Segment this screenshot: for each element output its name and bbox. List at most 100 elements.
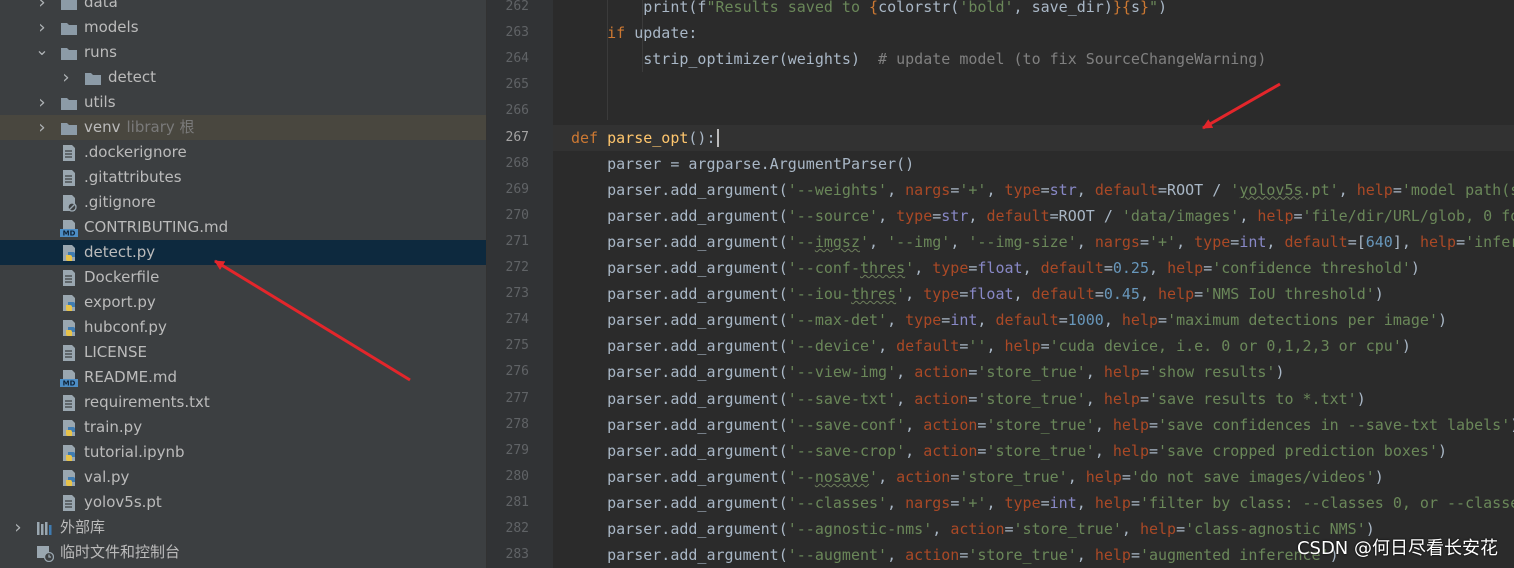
code-line[interactable]: parser.add_argument('--nosave', action='… — [571, 464, 1384, 490]
tree-item-venv[interactable]: › venv library 根 — [0, 115, 486, 140]
tree-item-annotation: library 根 — [126, 118, 195, 136]
code-token: type — [896, 206, 933, 225]
code-token: def — [571, 128, 608, 147]
code-line[interactable]: strip_optimizer(weights) # update model … — [571, 46, 1266, 72]
code-token: = — [1121, 467, 1131, 486]
code-line[interactable]: parser.add_argument('--device', default =… — [571, 333, 1411, 359]
tree-item-gitignore[interactable]: .gitignore — [0, 190, 486, 215]
tree-item-contributing-md[interactable]: MD CONTRIBUTING.md — [0, 215, 486, 240]
tree-item-dockerignore[interactable]: .dockerignore — [0, 140, 486, 165]
code-line[interactable]: parser.add_argument('--imgsz', '--img', … — [571, 229, 1514, 255]
line-number: 263 — [505, 25, 529, 41]
tree-item-label: export.py — [84, 293, 156, 311]
code-token: , — [1013, 285, 1032, 304]
code-token: help — [1419, 232, 1457, 251]
line-number: 275 — [505, 338, 529, 354]
line-number: 276 — [505, 364, 529, 380]
tree-item-tutorial-ipynb[interactable]: tutorial.ipynb — [0, 440, 486, 465]
code-token: default — [1031, 285, 1095, 304]
chevron-right-icon[interactable]: › — [60, 65, 72, 90]
code-line[interactable]: def parse_opt(): — [571, 125, 719, 151]
code-line[interactable]: if update: — [571, 20, 697, 46]
code-token: = — [1004, 520, 1014, 538]
tree-item-readme-md[interactable]: MD README.md — [0, 365, 486, 390]
code-line[interactable]: parser.add_argument('--classes', nargs='… — [571, 490, 1514, 516]
code-token: '--device' — [787, 337, 879, 356]
tree-item-license[interactable]: LICENSE — [0, 340, 486, 365]
line-number: 268 — [505, 155, 529, 171]
code-token: , — [1338, 180, 1357, 199]
tree-item-label: 临时文件和控制台 — [60, 543, 181, 561]
code-line[interactable]: parser.add_argument('--source', type=str… — [571, 203, 1514, 229]
watermark-text: CSDN @何日尽看长安花 — [1296, 538, 1498, 559]
code-token: = — [1293, 206, 1303, 225]
markdown-file-icon: MD — [60, 369, 78, 388]
code-token: "Results saved to — [706, 0, 870, 16]
code-token: , — [1076, 232, 1095, 251]
code-token: ' — [860, 232, 870, 251]
code-line[interactable]: parser.add_argument('--save-conf', actio… — [571, 412, 1514, 438]
code-token: 'save results to *.txt' — [1149, 389, 1357, 408]
code-token: '--iou- — [787, 285, 851, 304]
code-token: , — [887, 493, 906, 512]
tree-item-val-py[interactable]: val.py — [0, 465, 486, 490]
tree-item-detect-py[interactable]: detect.py — [0, 240, 486, 265]
tree-item-utils[interactable]: › utils — [0, 90, 486, 115]
line-number: 283 — [505, 547, 529, 563]
code-token: strip_optimizer(weights) — [571, 50, 879, 69]
code-token: s — [1130, 0, 1140, 16]
code-line[interactable]: print(f"Results saved to {colorstr('bold… — [571, 0, 1167, 20]
code-line[interactable]: parser.add_argument('--weights', nargs='… — [571, 177, 1514, 203]
code-token: , — [905, 441, 924, 460]
tree-item-runs[interactable]: ⌄ runs — [0, 40, 486, 65]
tree-item-item-21[interactable]: › 外部库 — [0, 515, 486, 540]
code-line[interactable]: parser.add_argument('--conf-thres', type… — [571, 255, 1420, 281]
code-token: , — [1076, 180, 1095, 199]
tree-item-dockerfile[interactable]: Dockerfile — [0, 265, 486, 290]
tree-item-hubconf-py[interactable]: hubconf.py — [0, 315, 486, 340]
code-token: nosave — [814, 467, 870, 486]
chevron-right-icon[interactable]: › — [36, 115, 48, 140]
tree-item-models[interactable]: › models — [0, 15, 486, 40]
code-token: 'model path(s)' — [1401, 180, 1514, 199]
tree-item-train-py[interactable]: train.py — [0, 415, 486, 440]
line-number: 269 — [505, 181, 529, 197]
code-token: , — [1149, 259, 1168, 277]
code-token: ) — [1356, 389, 1366, 408]
folder-icon — [84, 69, 102, 87]
tree-item-yolov5s-pt[interactable]: yolov5s.pt — [0, 490, 486, 515]
tree-item-export-py[interactable]: export.py — [0, 290, 486, 315]
code-line[interactable]: parser.add_argument('--augment', action =… — [571, 542, 1339, 568]
code-line[interactable]: parser.add_argument('--save-txt', action… — [571, 386, 1366, 412]
code-editor[interactable]: print(f"Results saved to {colorstr('bold… — [553, 0, 1514, 568]
code-token: 0.45 — [1103, 285, 1140, 304]
code-token: default — [1040, 259, 1104, 277]
code-token: imgsz — [814, 232, 860, 251]
code-token: = — [1094, 285, 1104, 304]
code-line[interactable]: parser.add_argument('--agnostic-nms', ac… — [571, 516, 1375, 542]
chevron-right-icon[interactable]: › — [36, 90, 48, 115]
code-token: str — [1049, 180, 1077, 199]
code-token: } — [1139, 0, 1149, 16]
chevron-right-icon[interactable]: › — [12, 515, 24, 540]
chevron-down-icon[interactable]: ⌄ — [35, 37, 48, 62]
tree-item-detect[interactable]: › detect — [0, 65, 486, 90]
tree-item-gitattributes[interactable]: .gitattributes — [0, 165, 486, 190]
tree-item-item-22[interactable]: 临时文件和控制台 — [0, 540, 486, 565]
code-line[interactable]: parser.add_argument('--iou-thres', type =… — [571, 281, 1384, 307]
code-token: , — [932, 520, 951, 538]
code-line[interactable]: parser.add_argument('--save-crop', actio… — [571, 438, 1447, 464]
code-token: help — [1158, 285, 1195, 304]
tree-item-label: venv library 根 — [84, 118, 195, 136]
code-line[interactable]: parser.add_argument('--max-det', type=in… — [571, 307, 1447, 333]
code-line[interactable]: parser.add_argument('--view-img', action… — [571, 359, 1284, 385]
code-token: help — [1112, 441, 1149, 460]
code-token: = — [1040, 337, 1050, 356]
code-token: '--source' — [787, 206, 879, 225]
chevron-right-icon[interactable]: › — [36, 0, 48, 15]
code-line[interactable]: parser = argparse.ArgumentParser() — [571, 151, 914, 177]
tree-item-data[interactable]: › data — [0, 0, 486, 15]
code-token: action — [896, 467, 951, 486]
tree-item-requirements-txt[interactable]: requirements.txt — [0, 390, 486, 415]
line-number: 270 — [505, 207, 529, 223]
